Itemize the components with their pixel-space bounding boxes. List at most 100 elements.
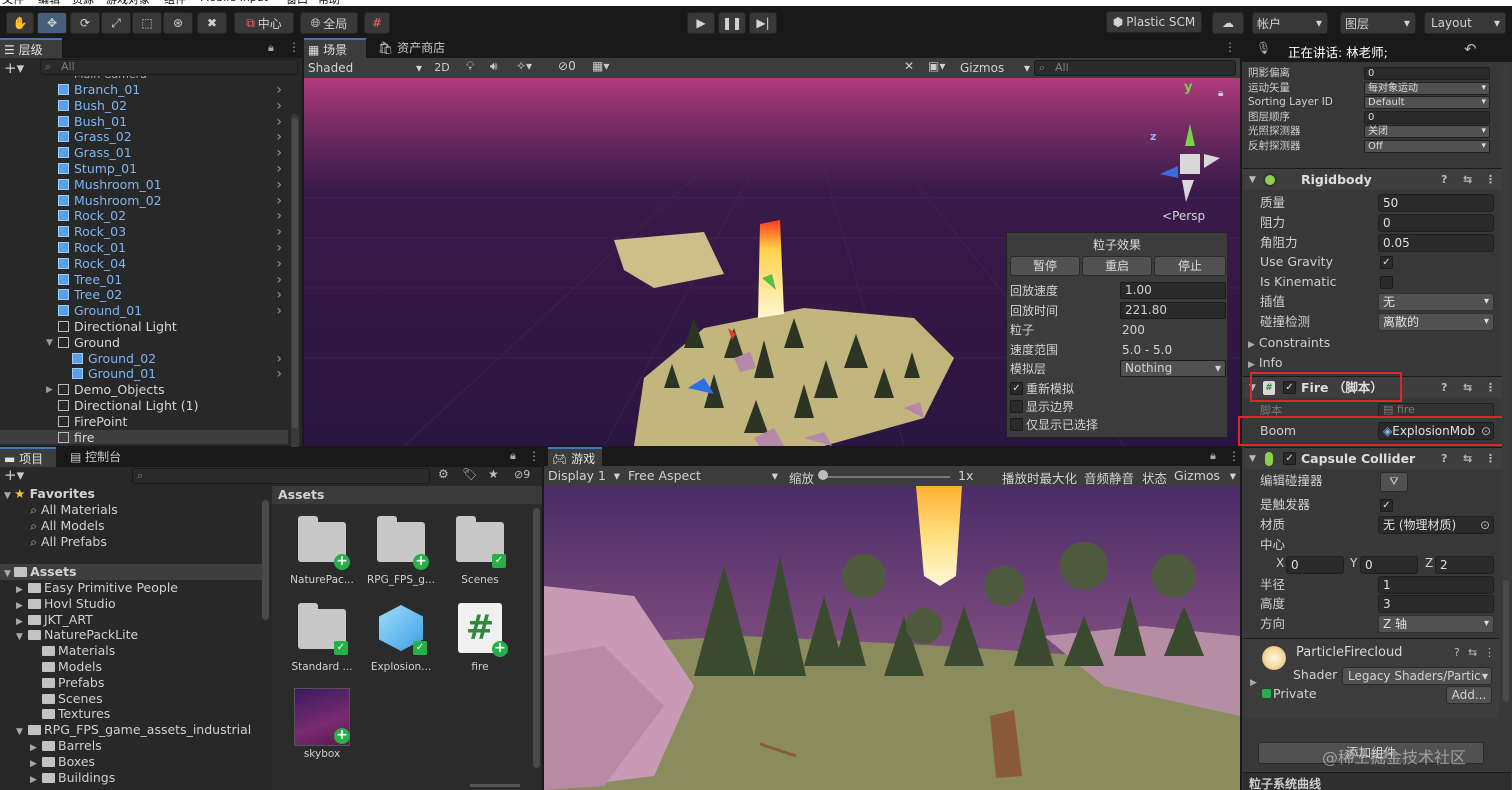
- chevron-right-icon[interactable]: ›: [276, 224, 282, 240]
- object-picker-icon[interactable]: ⊙: [1480, 517, 1490, 533]
- asset-item[interactable]: + skybox: [286, 688, 358, 760]
- asset-item[interactable]: + RPG_FPS_g...: [365, 514, 437, 586]
- chevron-right-icon[interactable]: ›: [276, 240, 282, 256]
- mass-field[interactable]: 50: [1378, 194, 1494, 212]
- add-object-button[interactable]: +▾: [4, 59, 24, 77]
- hierarchy-item[interactable]: Mushroom_01 ›: [0, 177, 288, 193]
- favorites-header[interactable]: ▼ ★ Favorites: [4, 486, 95, 502]
- audio-icon[interactable]: 🔊︎: [490, 59, 498, 74]
- constraints-foldout[interactable]: ▶ Constraints: [1248, 333, 1500, 353]
- more-icon[interactable]: ⋮: [1485, 377, 1496, 399]
- tab-game[interactable]: 🎮︎ 游戏: [548, 447, 602, 467]
- display-dropdown[interactable]: Display 1 ▾: [548, 467, 622, 485]
- capsule-collider-header[interactable]: ▼ ✓ Capsule Collider ? ⇆ ⋮: [1243, 447, 1503, 469]
- particle-curves-bar[interactable]: 粒子系统曲线: [1243, 772, 1511, 790]
- plastic-scm-button[interactable]: ⬢ Plastic SCM: [1106, 11, 1202, 33]
- is-trigger-checkbox[interactable]: ✓: [1380, 499, 1393, 512]
- renderer-prop-value[interactable]: Default: [1364, 96, 1490, 110]
- more-icon[interactable]: ⋮: [1485, 169, 1496, 191]
- visibility-toggle[interactable]: ⊘0: [558, 59, 576, 73]
- capsule-enabled-checkbox[interactable]: ✓: [1283, 452, 1296, 465]
- rect-tool-button[interactable]: ⬚: [132, 12, 162, 34]
- tab-asset-store[interactable]: 🛍︎ 资产商店: [374, 38, 454, 58]
- help-icon[interactable]: ?: [1441, 448, 1447, 470]
- shader-dropdown[interactable]: Legacy Shaders/Particl ▾: [1342, 667, 1492, 685]
- project-tree-item[interactable]: ▶ Hovl Studio: [16, 596, 116, 612]
- expand-icon[interactable]: ▶: [30, 772, 42, 788]
- more-icon[interactable]: ⋮: [288, 40, 300, 54]
- particle-option-checkbox[interactable]: [1010, 400, 1023, 413]
- projection-toggle[interactable]: <Persp: [1162, 209, 1205, 223]
- chevron-right-icon[interactable]: ›: [276, 303, 282, 319]
- hierarchy-item[interactable]: ▼ Ground: [0, 335, 288, 351]
- move-tool-button[interactable]: ✥: [37, 12, 67, 34]
- pivot-toggle[interactable]: ⧉ 中心: [234, 12, 294, 34]
- drag-field[interactable]: 0: [1378, 214, 1494, 232]
- hierarchy-item[interactable]: Bush_02 ›: [0, 98, 288, 114]
- particle-stop-button[interactable]: 停止: [1154, 256, 1226, 276]
- center-z-field[interactable]: 2: [1435, 556, 1494, 574]
- snap-button[interactable]: #: [364, 12, 390, 34]
- favorites-item[interactable]: ⌕ All Materials: [30, 502, 118, 518]
- undo-icon[interactable]: ↶: [1464, 40, 1477, 58]
- preset-icon[interactable]: ⇆: [1463, 377, 1472, 399]
- radius-field[interactable]: 1: [1378, 576, 1494, 594]
- layout-dropdown[interactable]: Layout ▾: [1424, 12, 1506, 34]
- assets-root[interactable]: ▼ Assets: [4, 564, 77, 580]
- help-icon[interactable]: ?: [1441, 377, 1447, 399]
- lock-icon[interactable]: 🔒︎: [1210, 449, 1216, 463]
- fold-icon[interactable]: ▼: [46, 335, 53, 351]
- project-tree-item[interactable]: Textures: [30, 706, 110, 722]
- more-icon[interactable]: ⋮: [1224, 40, 1236, 54]
- hierarchy-item[interactable]: Directional Light (1): [0, 398, 288, 414]
- help-icon[interactable]: ?: [1441, 169, 1447, 191]
- chevron-right-icon[interactable]: ›: [276, 272, 282, 288]
- asset-item[interactable]: # + fire: [444, 601, 516, 673]
- preset-icon[interactable]: ⇆: [1463, 169, 1472, 191]
- chevron-right-icon[interactable]: ›: [276, 208, 282, 224]
- renderer-prop-value[interactable]: 0: [1364, 67, 1490, 80]
- shading-mode-dropdown[interactable]: Shaded ▾: [308, 59, 424, 77]
- more-icon[interactable]: ⋮: [1484, 646, 1495, 659]
- hierarchy-item[interactable]: Bush_01 ›: [0, 114, 288, 130]
- project-tree-item[interactable]: ▶ Buildings: [30, 770, 115, 786]
- project-tree-item[interactable]: Scenes: [30, 691, 103, 707]
- renderer-prop-value[interactable]: Off: [1364, 140, 1490, 153]
- material-field[interactable]: 无 (物理材质) ⊙: [1378, 516, 1494, 534]
- tab-scene[interactable]: ▦ 场景: [304, 38, 366, 58]
- chevron-right-icon[interactable]: ›: [276, 129, 282, 145]
- hierarchy-item[interactable]: Tree_01 ›: [0, 272, 288, 288]
- asset-item[interactable]: ✓ Standard ...: [286, 601, 358, 673]
- maximize-on-play-toggle[interactable]: 播放时最大化: [1002, 468, 1077, 487]
- gizmos-dropdown[interactable]: Gizmos ▾: [960, 59, 1030, 77]
- chevron-right-icon[interactable]: ›: [276, 82, 282, 98]
- hidden-packages-toggle[interactable]: ⊘9: [514, 468, 530, 481]
- height-field[interactable]: 3: [1378, 595, 1494, 613]
- layers-dropdown[interactable]: 图层 ▾: [1340, 12, 1416, 34]
- more-icon[interactable]: ⋮: [1485, 448, 1496, 470]
- chevron-right-icon[interactable]: ›: [276, 287, 282, 303]
- renderer-prop-value[interactable]: 关闭: [1364, 125, 1490, 139]
- rigidbody-header[interactable]: ▼ Rigidbody ? ⇆ ⋮: [1243, 168, 1503, 190]
- tab-console[interactable]: ▤ 控制台: [66, 447, 136, 467]
- pause-button[interactable]: ❚❚: [718, 12, 746, 34]
- project-tree-item[interactable]: ▶ Barrels: [30, 738, 102, 754]
- simulation-layer-dropdown[interactable]: Nothing ▾: [1120, 360, 1226, 377]
- hierarchy-item[interactable]: Ground_01 ›: [0, 366, 288, 382]
- space-toggle[interactable]: 🌐︎ 全局: [300, 12, 358, 34]
- particle-stat-value[interactable]: 221.80: [1120, 301, 1226, 319]
- particle-option-checkbox[interactable]: [1010, 418, 1023, 431]
- hierarchy-item[interactable]: ▶ Demo_Objects: [0, 382, 288, 398]
- scale-tool-button[interactable]: ⤢: [101, 12, 131, 34]
- hierarchy-scroll-thumb[interactable]: [292, 118, 298, 428]
- project-tree-item[interactable]: ▼ RPG_FPS_game_assets_industrial: [16, 722, 251, 738]
- menu-item[interactable]: Mobile Input: [200, 0, 268, 4]
- transform-tool-button[interactable]: ⊛: [163, 12, 193, 34]
- interpolate-dropdown[interactable]: 无: [1378, 293, 1494, 311]
- preset-icon[interactable]: ⇆: [1468, 646, 1477, 659]
- project-tree-item[interactable]: Prefabs: [30, 675, 104, 691]
- chevron-right-icon[interactable]: ›: [276, 193, 282, 209]
- chevron-right-icon[interactable]: ›: [276, 177, 282, 193]
- favorites-item[interactable]: ⌕ All Models: [30, 518, 105, 534]
- game-viewport[interactable]: [544, 486, 1240, 790]
